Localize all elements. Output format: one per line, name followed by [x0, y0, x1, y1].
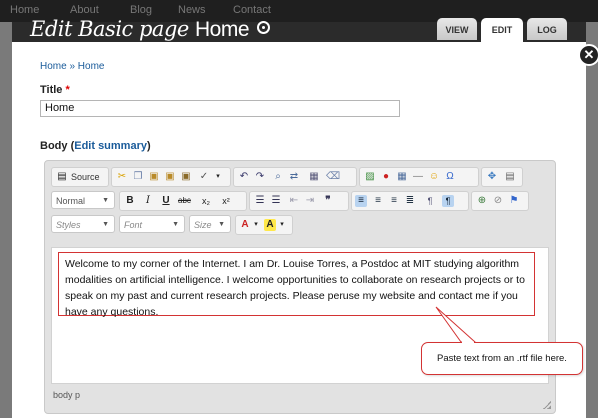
callout-pointer-cover: [462, 341, 474, 344]
